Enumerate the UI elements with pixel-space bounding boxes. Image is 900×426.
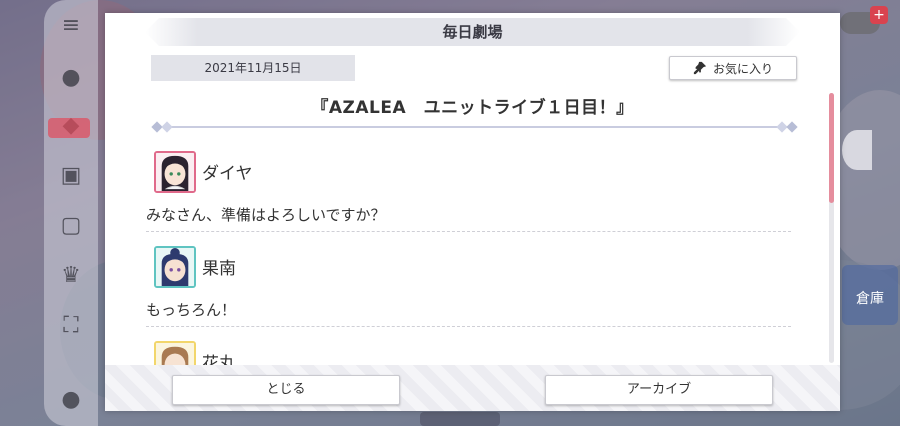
present-badge	[48, 118, 90, 138]
chat-icon[interactable]: ●	[56, 64, 86, 92]
left-sidebar: ≡ ● ◆ ▣ ▢ ♛ ⛶ ●	[44, 0, 98, 426]
message-separator	[146, 231, 791, 232]
speaker-name: 果南	[202, 259, 236, 279]
message-separator	[146, 326, 791, 327]
close-button[interactable]: とじる	[172, 375, 400, 405]
message-text: もっちろん！	[146, 301, 237, 319]
daily-theater-dialog: 毎日劇場 2021年11月15日 お気に入り 『AZALEA ユニットライブ１日…	[105, 13, 840, 411]
message-item: 果南 もっちろん！	[139, 238, 795, 333]
dialog-header: 毎日劇場	[145, 18, 800, 46]
message-list[interactable]: ダイヤ みなさん、準備はよろしいですか？ 果南 もっちろん！ 花丸	[139, 143, 795, 373]
add-currency-button[interactable]: +	[870, 6, 888, 24]
warehouse-label: 倉庫	[856, 291, 884, 307]
warehouse-button[interactable]: 倉庫	[842, 265, 898, 325]
scrollbar[interactable]	[829, 93, 834, 363]
scrollbar-thumb[interactable]	[829, 93, 834, 203]
message-icon[interactable]: ▢	[56, 212, 86, 240]
dialog-footer: とじる アーカイブ	[105, 365, 840, 411]
currency-display: +	[840, 4, 900, 40]
pin-icon	[693, 61, 707, 75]
dialog-title: 毎日劇場	[442, 23, 503, 41]
story-title: 『AZALEA ユニットライブ１日目！』	[311, 98, 634, 118]
dia-avatar-icon	[154, 151, 196, 193]
message-item: ダイヤ みなさん、準備はよろしいですか？	[139, 143, 795, 238]
bottom-indicator	[420, 412, 500, 426]
speaker-name: ダイヤ	[202, 164, 253, 184]
side-tab-button[interactable]	[842, 130, 872, 170]
gift-icon[interactable]: ▣	[56, 162, 86, 190]
date-label: 2021年11月15日	[151, 55, 355, 81]
title-divider	[151, 121, 798, 133]
fullscreen-icon[interactable]: ⛶	[56, 312, 86, 340]
message-text: みなさん、準備はよろしいですか？	[146, 206, 386, 224]
favorite-button[interactable]: お気に入り	[669, 56, 797, 80]
menu-icon[interactable]: ≡	[56, 12, 86, 40]
favorite-label: お気に入り	[712, 61, 773, 76]
archive-button[interactable]: アーカイブ	[545, 375, 773, 405]
kanan-avatar-icon	[154, 246, 196, 288]
profile-icon[interactable]: ●	[56, 386, 86, 414]
trophy-icon[interactable]: ♛	[56, 262, 86, 290]
